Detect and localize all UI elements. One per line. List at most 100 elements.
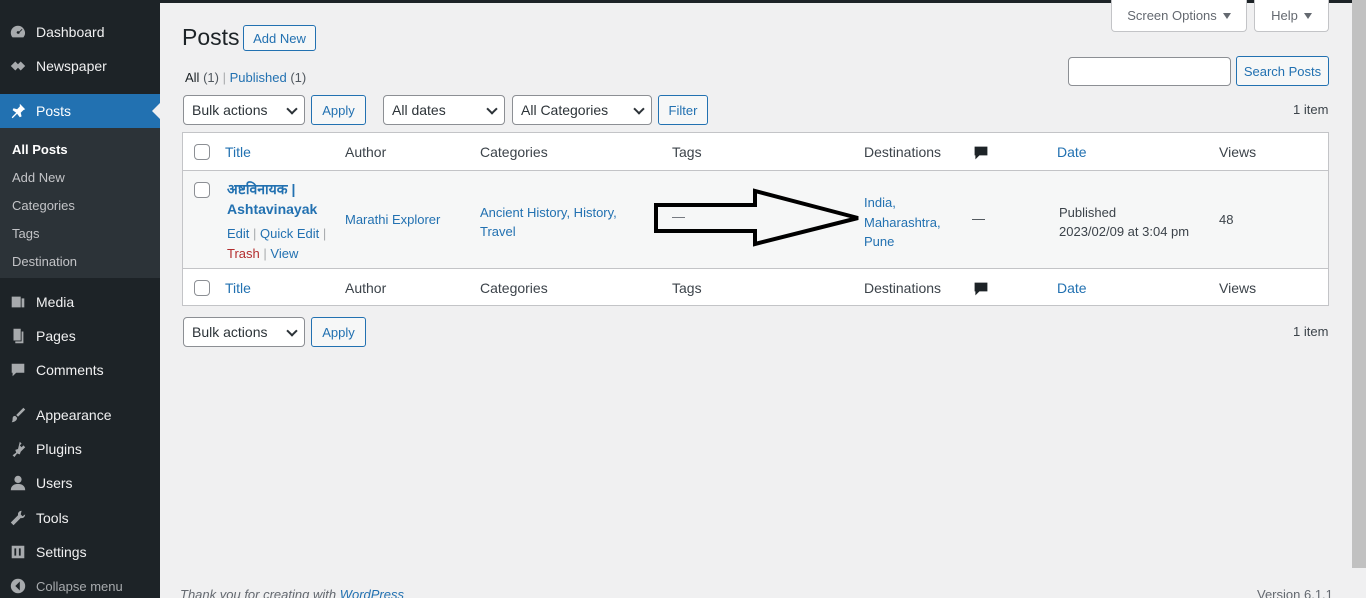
collapse-icon [0,577,36,595]
apply-button-bottom[interactable]: Apply [311,317,366,347]
destination-link-pune[interactable]: Pune [864,232,941,252]
date-status: Published [1059,205,1117,220]
filter-all-count: (1) [203,70,219,85]
sidebar-item-pages[interactable]: Pages [0,319,160,353]
sidebar-item-settings[interactable]: Settings [0,535,160,569]
sidebar-item-label: Comments [36,362,104,378]
sidebar-item-plugins[interactable]: Plugins [0,432,160,466]
help-button[interactable]: Help [1254,0,1329,32]
wordpress-link[interactable]: WordPress [340,587,404,598]
sidebar-item-label: Dashboard [36,24,105,40]
table-header-row: Title Author Categories Tags Destination… [183,133,1328,170]
users-icon [0,474,36,492]
sidebar-item-comments[interactable]: Comments [0,353,160,387]
sidebar-item-dashboard[interactable]: Dashboard [0,15,160,49]
items-count-top: 1 item [1293,102,1329,117]
collapse-menu-button[interactable]: Collapse menu [0,569,160,598]
bulk-actions-value: Bulk actions [192,324,268,340]
sidebar-item-media[interactable]: Media [0,285,160,319]
pages-icon [0,327,36,345]
column-author: Author [345,144,387,160]
bulk-actions-select-top[interactable]: Bulk actions [183,95,305,125]
screen-options-label: Screen Options [1127,8,1217,23]
submenu-categories[interactable]: Categories [12,198,75,213]
sidebar-item-tools[interactable]: Tools [0,501,160,535]
brush-icon [0,406,36,424]
filter-button[interactable]: Filter [658,95,708,125]
triangle-down-icon [1303,12,1312,19]
page-title: Posts [182,24,240,50]
apply-button-top[interactable]: Apply [311,95,366,125]
plug-icon [0,440,36,458]
search-posts-button[interactable]: Search Posts [1236,56,1329,86]
select-all-checkbox-bottom[interactable] [194,280,210,296]
destination-link-india[interactable]: India, [864,193,941,213]
select-all-checkbox[interactable] [194,144,210,160]
post-title-line1: अष्टविनायक | [227,181,296,197]
action-separator: | [253,226,257,241]
action-separator: | [322,226,327,241]
submenu-all-posts[interactable]: All Posts [12,142,68,157]
comment-bubble-icon[interactable] [973,145,989,164]
sidebar-item-label: Tools [36,510,69,526]
sidebar-item-newspaper[interactable]: Newspaper [0,49,160,83]
column-date-sort[interactable]: Date [1057,144,1087,160]
settings-icon [0,543,36,561]
comment-bubble-icon[interactable] [973,281,989,300]
column-categories-bottom: Categories [480,280,548,296]
views-count: 48 [1219,212,1234,227]
chevron-down-icon [633,103,645,115]
date-value: 2023/02/09 at 3:04 pm [1059,224,1190,239]
sidebar-item-label: Users [36,475,73,491]
column-title-sort-bottom[interactable]: Title [225,280,251,296]
comments-icon [0,361,36,379]
sidebar-item-appearance[interactable]: Appearance [0,398,160,432]
view-link[interactable]: View [270,246,298,261]
bulk-actions-value: Bulk actions [192,102,268,118]
filter-separator: | [222,70,226,85]
comments-empty: — [972,211,985,226]
sidebar-item-posts[interactable]: Posts [0,94,160,128]
submenu-destination[interactable]: Destination [12,254,77,269]
sidebar-item-users[interactable]: Users [0,466,160,500]
column-views-bottom: Views [1219,280,1257,296]
dashboard-icon [0,23,36,41]
footer-version: Version 6.1.1 [1257,587,1333,598]
categories-filter-select[interactable]: All Categories [512,95,652,125]
search-input[interactable] [1068,57,1231,86]
categories-link-line1[interactable]: Ancient History, History, [480,203,617,222]
post-title-link[interactable]: अष्टविनायक | Ashtavinayak [227,179,317,219]
row-actions: Edit | Quick Edit | Trash | View [227,224,337,264]
trash-link[interactable]: Trash [227,246,260,261]
edit-link[interactable]: Edit [227,226,249,241]
scrollbar-thumb[interactable] [1352,0,1366,568]
column-date-sort-bottom[interactable]: Date [1057,280,1087,296]
sidebar-item-label: Media [36,294,75,310]
author-link[interactable]: Marathi Explorer [345,212,440,227]
categories-link-line2[interactable]: Travel [480,222,617,241]
sidebar-item-label: Plugins [36,441,82,457]
submenu-add-new[interactable]: Add New [12,170,65,185]
categories-filter-value: All Categories [521,102,609,118]
filter-published-link[interactable]: Published [230,70,287,85]
add-new-button[interactable]: Add New [243,25,316,51]
filter-all-link[interactable]: All [185,70,199,85]
collapse-label: Collapse menu [36,578,123,594]
triangle-down-icon [1222,12,1231,19]
bulk-actions-select-bottom[interactable]: Bulk actions [183,317,305,347]
destination-link-maharashtra[interactable]: Maharashtra, [864,213,941,233]
screen-options-button[interactable]: Screen Options [1111,0,1247,32]
column-title-sort[interactable]: Title [225,144,251,160]
sidebar-item-label: Posts [36,103,72,119]
submenu-tags[interactable]: Tags [12,226,39,241]
categories-cell: Ancient History, History, Travel [480,203,617,241]
action-separator: | [263,246,267,261]
column-destinations-bottom: Destinations [864,280,942,296]
dates-filter-select[interactable]: All dates [383,95,505,125]
sidebar-item-label: Appearance [36,407,112,423]
row-checkbox[interactable] [194,182,210,198]
media-icon [0,293,36,311]
column-destinations: Destinations [864,144,942,160]
destinations-cell: India, Maharashtra, Pune [864,193,941,252]
quick-edit-link[interactable]: Quick Edit [260,226,319,241]
